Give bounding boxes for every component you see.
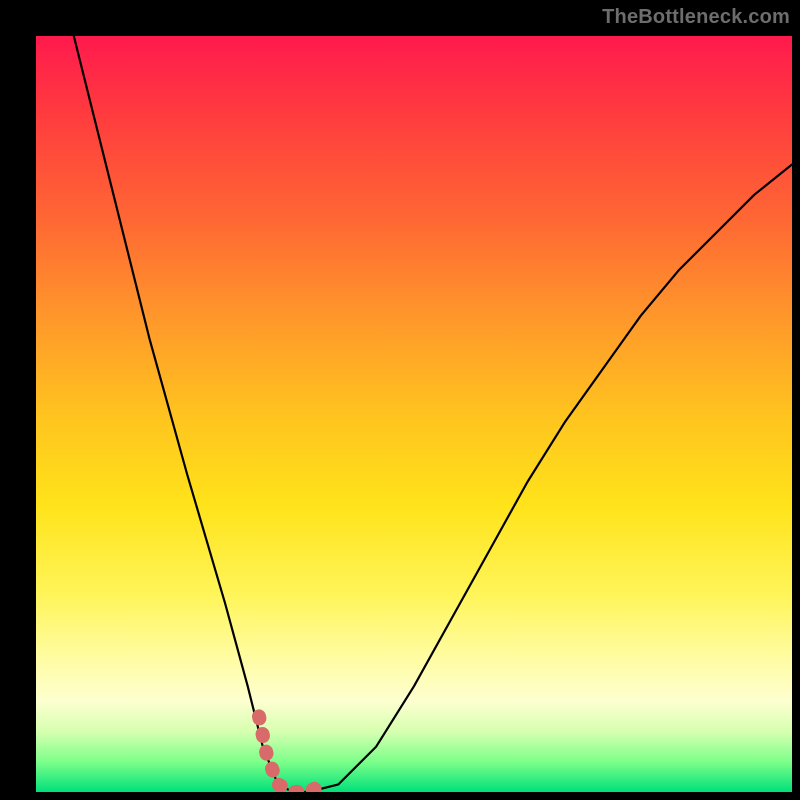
chart-frame: TheBottleneck.com xyxy=(0,0,800,800)
plot-area xyxy=(36,36,792,792)
watermark-text: TheBottleneck.com xyxy=(602,6,790,29)
curve-layer xyxy=(36,36,792,792)
highlight-segment xyxy=(259,716,323,792)
bottleneck-curve xyxy=(74,36,792,792)
